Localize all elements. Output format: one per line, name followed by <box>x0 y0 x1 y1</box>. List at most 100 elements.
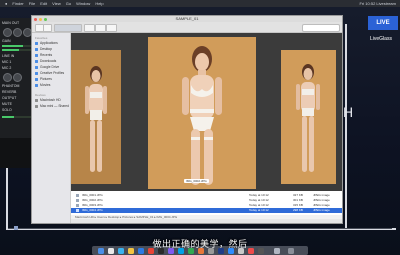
apple-icon[interactable]: ● <box>5 0 7 7</box>
level-meter <box>2 45 32 47</box>
folder-icon <box>35 71 38 75</box>
knob-icon[interactable] <box>13 73 22 82</box>
photos-icon[interactable] <box>198 247 204 254</box>
model-figure <box>85 66 107 172</box>
appstore-icon[interactable] <box>178 247 184 254</box>
mixer-panel: MAIN OUT GAIN LINE IN MIC 1 MIC 2 PHANTO… <box>0 18 35 168</box>
background-glyph: H <box>343 104 354 120</box>
close-icon[interactable] <box>34 17 37 21</box>
knob-icon[interactable] <box>13 28 22 37</box>
mixer-label: MAIN OUT <box>2 21 20 25</box>
action-button[interactable] <box>95 24 106 32</box>
window-title: SAMPLE_01 <box>175 16 199 21</box>
frame-line-right <box>345 24 347 229</box>
video-timeline[interactable] <box>0 226 400 230</box>
knob-icon[interactable] <box>3 28 12 37</box>
sidebar-item-applications[interactable]: Applications <box>35 41 58 45</box>
minimize-icon[interactable] <box>39 17 42 21</box>
sidebar-item-mac-mini[interactable]: Mac mini — Shared <box>35 104 69 108</box>
brand-logo: LIVE <box>368 16 398 30</box>
photo-thumbnail-previous[interactable] <box>71 50 121 184</box>
messages-icon[interactable] <box>188 247 194 254</box>
menu-item-window[interactable]: Window <box>76 0 90 7</box>
image-file-icon <box>76 204 79 207</box>
sidebar-item-desktop[interactable]: Desktop <box>35 47 52 51</box>
sidebar-item-downloads[interactable]: Downloads <box>35 59 56 63</box>
desktop-icon <box>35 47 38 51</box>
file-row[interactable]: IMG_0001.JPG Today at 10:12 327 KB JPEG … <box>71 193 342 198</box>
model-figure <box>296 64 320 172</box>
photo-preview-current[interactable]: IMG_0002.JPG <box>148 37 256 189</box>
computer-icon <box>35 104 38 108</box>
status-bar <box>71 219 342 223</box>
image-file-icon <box>76 194 79 197</box>
settings-icon[interactable] <box>208 247 214 254</box>
mixer-label: PHANTOM <box>2 84 20 88</box>
mixer-label: REVERB <box>2 90 17 94</box>
capture-one-icon[interactable] <box>258 247 264 254</box>
sidebar-item-recents[interactable]: Recents <box>35 53 52 57</box>
movies-icon <box>35 83 38 87</box>
sidebar-section-devices: Devices <box>35 93 46 97</box>
safari-icon[interactable] <box>118 247 124 254</box>
image-file-icon <box>76 199 79 202</box>
mail-icon[interactable] <box>138 247 144 254</box>
menu-item-go[interactable]: Go <box>66 0 71 7</box>
finder-sidebar: Favorites Applications Desktop Recents D… <box>32 33 71 223</box>
mixer-label: GAIN <box>2 39 11 43</box>
file-row-selected[interactable]: IMG_0004.JPG Today at 10:12 298 KB JPEG … <box>71 208 342 213</box>
finder-window: SAMPLE_01 Favorites Applications Desktop… <box>31 15 343 224</box>
sidebar-item-creative-profiles[interactable]: Creative Profiles <box>35 71 64 75</box>
sidebar-item-movies[interactable]: Movies <box>35 83 50 87</box>
finder-icon[interactable] <box>98 247 104 254</box>
mixer-footer <box>0 138 34 168</box>
terminal-icon[interactable] <box>158 247 164 254</box>
chrome-icon[interactable] <box>148 247 154 254</box>
menu-item-view[interactable]: View <box>52 0 61 7</box>
level-meter <box>2 49 32 51</box>
menu-bar: ● Finder File Edit View Go Window Help F… <box>0 0 400 7</box>
notes-icon[interactable] <box>128 247 134 254</box>
mixer-label: MIC 2 <box>2 66 12 70</box>
dock <box>92 246 308 255</box>
file-row[interactable]: IMG_0002.JPG Today at 10:12 301 KB JPEG … <box>71 198 342 203</box>
file-list: IMG_0001.JPG Today at 10:12 327 KB JPEG … <box>71 191 342 223</box>
model-figure <box>182 46 222 185</box>
menu-bar-clock[interactable]: Fri 10:52 Livestream <box>360 0 396 7</box>
photo-thumbnail-next[interactable] <box>281 50 336 184</box>
sidebar-section-favorites: Favorites <box>35 36 48 40</box>
menu-item-finder[interactable]: Finder <box>12 0 23 7</box>
share-button[interactable] <box>106 24 117 32</box>
forward-button[interactable] <box>43 24 52 32</box>
arrange-button[interactable] <box>84 24 95 32</box>
lightroom-icon[interactable] <box>218 247 224 254</box>
image-file-icon <box>76 209 79 212</box>
mixer-label: MIC 1 <box>2 60 12 64</box>
file-row[interactable]: IMG_0003.JPG Today at 10:12 315 KB JPEG … <box>71 203 342 208</box>
trash-icon[interactable] <box>288 247 294 254</box>
view-mode-segmented-control[interactable] <box>54 24 82 32</box>
obs-icon[interactable] <box>248 247 254 254</box>
photoshop-icon[interactable] <box>228 247 234 254</box>
sidebar-item-macintosh-hd[interactable]: Macintosh HD <box>35 98 61 102</box>
podcast-icon[interactable] <box>168 247 174 254</box>
menu-item-help[interactable]: Help <box>95 0 103 7</box>
timeline-playhead[interactable] <box>14 226 18 230</box>
download-icon <box>35 59 38 63</box>
preview-icon[interactable] <box>238 247 244 254</box>
mixer-label: SOLO <box>2 108 12 112</box>
search-input[interactable] <box>302 24 340 32</box>
knob-icon[interactable] <box>3 73 12 82</box>
menu-item-edit[interactable]: Edit <box>40 0 47 7</box>
mixer-label: LINE IN <box>2 54 15 58</box>
zoom-icon[interactable] <box>44 17 47 21</box>
sidebar-item-google-drive[interactable]: Google Drive <box>35 65 59 69</box>
downloads-stack-icon[interactable] <box>274 247 280 254</box>
timeline-track[interactable] <box>8 227 392 229</box>
mixer-label: MUTE <box>2 102 12 106</box>
level-meter <box>2 116 32 118</box>
menu-item-file[interactable]: File <box>29 0 35 7</box>
sidebar-item-pictures[interactable]: Pictures <box>35 77 52 81</box>
launchpad-icon[interactable] <box>108 247 114 254</box>
preview-filename-chip: IMG_0002.JPG <box>184 179 209 183</box>
